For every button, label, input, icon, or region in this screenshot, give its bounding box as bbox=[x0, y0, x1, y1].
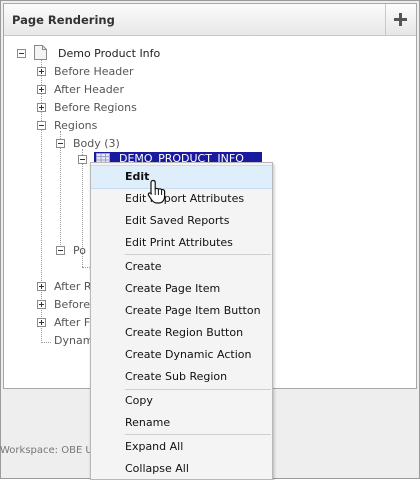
collapse-toggle[interactable] bbox=[37, 121, 46, 130]
workspace-label: Workspace: OBE U bbox=[0, 445, 93, 456]
menu-item-create-dynamic-action[interactable]: Create Dynamic Action bbox=[91, 344, 272, 366]
menu-separator bbox=[125, 254, 271, 255]
expand-toggle[interactable] bbox=[37, 103, 46, 112]
tree-connector bbox=[82, 267, 90, 268]
tree-node-before-header[interactable]: Before Header bbox=[54, 65, 134, 78]
collapse-toggle[interactable] bbox=[78, 155, 87, 164]
expand-toggle[interactable] bbox=[37, 318, 46, 327]
hand-cursor-icon bbox=[147, 179, 166, 204]
tree-node-body[interactable]: Body (3) bbox=[73, 137, 120, 150]
tree-node-regions[interactable]: Regions bbox=[54, 119, 97, 132]
expand-toggle[interactable] bbox=[37, 67, 46, 76]
menu-item-expand-all[interactable]: Expand All bbox=[91, 436, 272, 458]
tree-connector bbox=[41, 342, 51, 343]
tree-node-before-partial[interactable]: Before bbox=[54, 298, 90, 311]
menu-item-edit-report-attributes[interactable]: Edit Report Attributes bbox=[91, 188, 272, 210]
plus-icon bbox=[394, 13, 407, 26]
menu-item-edit-saved-reports[interactable]: Edit Saved Reports bbox=[91, 210, 272, 232]
collapse-toggle[interactable] bbox=[56, 139, 65, 148]
expand-toggle[interactable] bbox=[37, 300, 46, 309]
page-icon bbox=[34, 45, 47, 60]
menu-item-copy[interactable]: Copy bbox=[91, 390, 272, 412]
collapse-toggle[interactable] bbox=[17, 49, 26, 58]
panel-header: Page Rendering bbox=[4, 4, 416, 36]
tree-node-before-regions[interactable]: Before Regions bbox=[54, 101, 137, 114]
menu-item-create-region-button[interactable]: Create Region Button bbox=[91, 322, 272, 344]
menu-item-create-page-item[interactable]: Create Page Item bbox=[91, 278, 272, 300]
context-menu: Edit Edit Report Attributes Edit Saved R… bbox=[90, 162, 273, 480]
tree-node-post-partial[interactable]: Po bbox=[73, 244, 86, 257]
add-button[interactable] bbox=[385, 4, 416, 35]
menu-item-create[interactable]: Create bbox=[91, 256, 272, 278]
tree-root-label[interactable]: Demo Product Info bbox=[58, 47, 160, 60]
menu-separator bbox=[125, 434, 271, 435]
menu-item-collapse-all[interactable]: Collapse All bbox=[91, 458, 272, 480]
tree-node-after-partial[interactable]: After R bbox=[54, 280, 92, 293]
menu-item-create-sub-region[interactable]: Create Sub Region bbox=[91, 366, 272, 388]
expand-toggle[interactable] bbox=[37, 282, 46, 291]
menu-item-create-page-item-button[interactable]: Create Page Item Button bbox=[91, 300, 272, 322]
menu-item-edit-print-attributes[interactable]: Edit Print Attributes bbox=[91, 232, 272, 254]
menu-item-rename[interactable]: Rename bbox=[91, 412, 272, 434]
collapse-toggle[interactable] bbox=[56, 246, 65, 255]
menu-item-edit[interactable]: Edit bbox=[91, 165, 272, 189]
tree-node-after-header[interactable]: After Header bbox=[54, 83, 124, 96]
tree-connector bbox=[60, 131, 61, 251]
panel-title: Page Rendering bbox=[12, 13, 115, 27]
tree-node-dynamic-partial[interactable]: Dynam bbox=[54, 334, 93, 347]
expand-toggle[interactable] bbox=[37, 85, 46, 94]
